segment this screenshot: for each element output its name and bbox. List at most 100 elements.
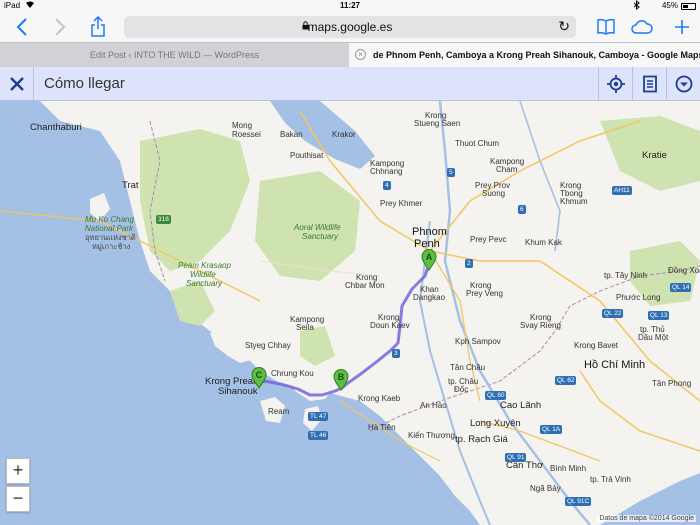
label-peam-krasaop: Peam Krasaop [178,261,231,270]
map-canvas[interactable]: Chanthaburi Trat Mu Ko Chang National Pa… [0,101,700,525]
road-shield-4: 4 [383,181,391,190]
road-shield-5: 5 [447,168,455,177]
label-trat: Trat [122,180,139,191]
icloud-tabs-button[interactable] [630,15,654,39]
label-khum-kak: Khum Kak [525,238,562,247]
label-dangkao: Dangkao [413,293,446,302]
label-pouthisat: Pouthisat [290,151,324,160]
label-prey-khmer: Prey Khmer [380,199,423,208]
road-shield-ql62: QL 62 [555,376,577,385]
label-penh: Penh [414,238,440,250]
label-long-xuyen: Long Xuyên [470,418,521,429]
tab-title: de Phnom Penh, Camboya a Krong Preah Sih… [373,50,700,60]
label-mu-ko-chang-thai-2: หมู่เกาะช้าง [92,242,131,251]
tab-title: Edit Post ‹ INTO THE WILD — WordPress [89,50,260,60]
label-sanctuary: Sanctuary [186,279,223,288]
share-icon [91,15,105,37]
new-tab-button[interactable] [670,15,694,39]
label-national-park: National Park [85,224,134,233]
label-krong-bavet: Krong Bavet [574,341,619,350]
marker-b[interactable]: B [333,369,349,391]
marker-a[interactable]: A [421,249,437,271]
label-bakan: Bakan [280,130,303,139]
label-dong-xoai: Đồng Xoài [668,266,700,275]
label-krakor: Krakor [332,130,356,139]
label-doun-kaev: Doun Kaev [370,321,410,330]
zoom-in-icon: + [12,460,24,480]
label-phnom: Phnom [412,226,447,238]
chevron-left-icon [16,18,27,36]
road-shield-ql80: QL 80 [485,391,507,400]
book-icon [597,18,615,35]
browser-toolbar: maps.google.es ↻ [0,12,700,42]
map-attribution: Datos de mapa ©2014 Google [597,515,696,522]
label-kratie: Kratie [642,150,667,161]
label-svay-rieng: Svay Rieng [520,321,561,330]
marker-b-letter: B [338,372,345,382]
share-button[interactable] [86,15,110,39]
label-nga-bay: Ngã Bảy [530,484,561,493]
road-shield-ql91: QL 91 [505,453,527,462]
label-kien-thuong: Kiến Thương [408,431,455,440]
road-shield-tl47: TL 47 [308,412,329,421]
options-dropdown-button[interactable] [666,67,700,101]
marker-c-letter: C [256,370,263,380]
label-kampong-seila-2: Seila [296,323,314,332]
label-stueng-chhay: Styeg Chhay [245,341,291,350]
back-button[interactable] [10,15,34,39]
dropdown-icon [675,75,693,93]
tab-wordpress[interactable]: Edit Post ‹ INTO THE WILD — WordPress [0,43,349,68]
label-chbar-mon: Chbar Mon [345,281,385,290]
label-prey-pevc: Prey Pevc [470,235,507,244]
road-shield-2: 2 [465,259,473,268]
label-phuoc-long: Phước Long [616,293,661,302]
list-view-button[interactable] [632,67,666,101]
label-krong-kaeb: Krong Kaeb [358,394,401,403]
road-shield-ql13: QL 13 [648,311,670,320]
label-chrung-kou: Chrung Kou [271,369,314,378]
zoom-in-button[interactable]: + [6,458,30,484]
label-ho-chi-minh: Hồ Chí Minh [584,359,646,371]
close-directions-button[interactable] [0,67,34,101]
my-location-button[interactable] [598,67,632,101]
clock: 11:27 [339,1,361,10]
directions-title: Cómo llegar [44,75,125,92]
bluetooth-icon [633,0,640,12]
marker-a-letter: A [426,252,433,262]
zoom-out-button[interactable]: − [6,486,30,512]
label-binh-minh: Bình Minh [550,464,587,473]
road-shield-318: 318 [156,215,171,224]
label-an-hao: An Hảo [420,401,447,410]
label-prey-veng: Prey Veng [466,289,503,298]
label-stueng-saen: Stueng Saen [414,119,461,128]
road-shield-ql14: QL 14 [670,283,692,292]
label-ha-tien: Hà Tiên [368,423,396,432]
address-bar[interactable]: maps.google.es ↻ [124,16,576,38]
forward-button[interactable] [48,15,72,39]
url-text: maps.google.es [307,20,393,34]
reload-icon[interactable]: ↻ [558,18,570,35]
label-roessei: Roessei [232,130,261,139]
label-kampong-chhnang-2: Chhnang [370,167,403,176]
battery-icon [681,3,696,10]
label-mong: Mong [232,121,253,130]
marker-c[interactable]: C [251,367,267,389]
label-rach-gia: tp. Rạch Giá [455,434,508,445]
label-wildlife: Wildlife [190,270,216,279]
label-aoral-2: Sanctuary [302,232,339,241]
label-can-tho: Cần Thơ [506,460,544,471]
road-shield-tl46: TL 46 [308,431,329,440]
bookmarks-button[interactable] [594,15,618,39]
road-shield-ql91c: QL 91C [565,497,592,506]
label-chau-doc-2: Đốc [454,385,469,394]
close-tab-icon[interactable]: × [355,49,366,60]
road-shield-ql22: QL 22 [602,309,624,318]
label-thuot-chum: Thuot Chum [455,139,500,148]
my-location-icon [607,75,625,93]
directions-header: Cómo llegar [0,67,700,101]
zoom-out-icon: − [12,488,24,508]
tab-google-maps[interactable]: × de Phnom Penh, Camboya a Krong Preah S… [349,43,700,68]
list-icon [643,75,657,93]
status-bar: iPad 11:27 45% [0,0,700,12]
battery-percent: 45% [661,1,678,10]
